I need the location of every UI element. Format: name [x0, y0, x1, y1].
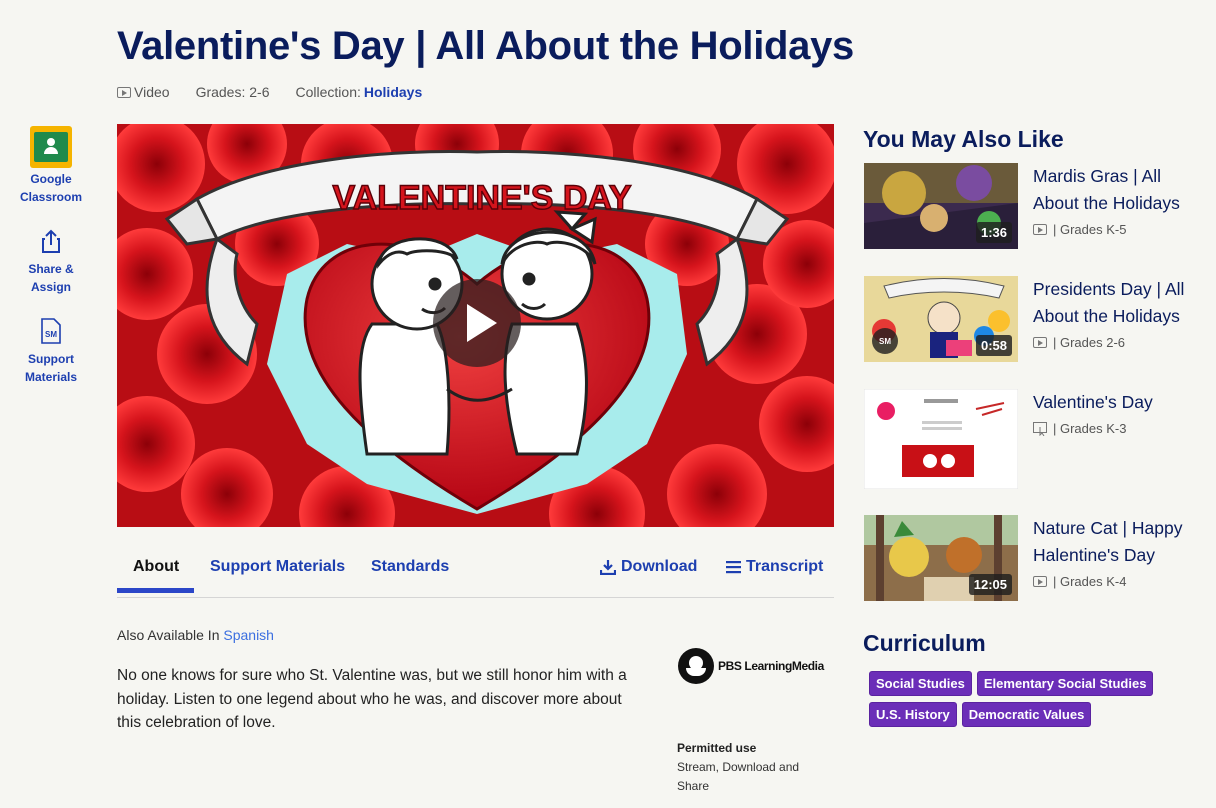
- recommendation-title[interactable]: Mardis Gras | All About the Holidays: [1033, 163, 1203, 217]
- curriculum-tags: Social Studies Elementary Social Studies…: [869, 671, 1189, 727]
- video-icon: [1033, 337, 1047, 348]
- curriculum-tag[interactable]: U.S. History: [869, 702, 957, 727]
- video-player[interactable]: VALENTINE'S DAY: [117, 124, 834, 527]
- poster-banner-text: VALENTINE'S DAY: [332, 179, 631, 217]
- pbs-head-icon: [678, 648, 714, 684]
- media-type-label: Video: [134, 84, 170, 100]
- left-action-rail: Google Classroom Share & Assign SM Suppo…: [14, 126, 88, 408]
- spanish-link[interactable]: Spanish: [223, 627, 274, 643]
- pbs-learningmedia-logo: PBS LearningMedia: [678, 648, 824, 684]
- recommendation-meta: | Grades K-3: [1033, 421, 1126, 436]
- curriculum-tag[interactable]: Elementary Social Studies: [976, 671, 1154, 696]
- recommendation-card[interactable]: SM 0:58 Presidents Day | All About the H…: [864, 276, 1204, 366]
- collection: Collection: Holidays: [296, 84, 423, 100]
- google-classroom-icon: [30, 126, 72, 168]
- share-assign-button[interactable]: Share & Assign: [14, 228, 88, 296]
- recommendation-grades: | Grades K-5: [1053, 222, 1127, 237]
- also-available: Also Available In Spanish: [117, 627, 274, 643]
- recommendation-card[interactable]: Valentine's Day | Grades K-3: [864, 389, 1204, 489]
- support-materials-button[interactable]: SM Support Materials: [14, 318, 88, 386]
- recommendation-card[interactable]: 1:36 Mardis Gras | All About the Holiday…: [864, 163, 1204, 253]
- recommendation-grades: | Grades K-3: [1053, 421, 1127, 436]
- page-title: Valentine's Day | All About the Holidays: [117, 24, 855, 68]
- list-icon: [726, 561, 741, 574]
- duration-badge: 1:36: [975, 222, 1012, 243]
- pbs-logo-text: PBS LearningMedia: [718, 659, 824, 673]
- video-icon: [117, 86, 131, 98]
- duration-badge: 12:05: [968, 574, 1012, 595]
- media-type: Video: [117, 84, 170, 100]
- recommendation-meta: | Grades K-4: [1033, 574, 1126, 589]
- share-icon: [42, 229, 60, 253]
- permitted-use: Permitted use Stream, Download and Share: [677, 739, 817, 796]
- resource-meta: Video Grades: 2-6 Collection: Holidays: [117, 84, 422, 100]
- transcript-label: Transcript: [746, 558, 824, 575]
- share-assign-label: Share & Assign: [28, 262, 74, 294]
- interactive-icon: [1033, 421, 1047, 436]
- google-classroom-label: Google Classroom: [19, 172, 83, 204]
- collection-link[interactable]: Holidays: [364, 84, 422, 100]
- recommendation-title[interactable]: Nature Cat | Happy Halentine's Day: [1033, 515, 1203, 569]
- content-tabs: About Support Materials Standards Downlo…: [117, 552, 834, 598]
- play-button[interactable]: [433, 279, 521, 367]
- support-materials-badge: SM: [872, 328, 898, 354]
- tab-about[interactable]: About: [133, 558, 179, 576]
- grades-label: Grades: 2-6: [195, 84, 270, 100]
- recommendation-thumbnail[interactable]: [864, 389, 1018, 489]
- recommendation-card[interactable]: 12:05 Nature Cat | Happy Halentine's Day…: [864, 515, 1204, 605]
- recommendation-meta: | Grades 2-6: [1033, 335, 1125, 350]
- recommendation-thumbnail[interactable]: SM 0:58: [864, 276, 1018, 362]
- also-available-label: Also Available In: [117, 627, 220, 643]
- permitted-use-heading: Permitted use: [677, 741, 757, 755]
- recommendation-thumbnail[interactable]: 1:36: [864, 163, 1018, 249]
- collection-label: Collection:: [295, 84, 361, 100]
- tab-standards[interactable]: Standards: [371, 558, 449, 576]
- recommendation-grades: | Grades K-4: [1053, 574, 1127, 589]
- active-tab-indicator: [117, 588, 194, 593]
- description: No one knows for sure who St. Valentine …: [117, 667, 627, 731]
- sm-badge-text: SM: [45, 330, 57, 339]
- google-classroom-button[interactable]: Google Classroom: [14, 126, 88, 206]
- curriculum-heading: Curriculum: [863, 630, 986, 656]
- recommendation-title[interactable]: Presidents Day | All About the Holidays: [1033, 276, 1203, 330]
- tab-support-materials[interactable]: Support Materials: [210, 558, 345, 576]
- recommendation-grades: | Grades 2-6: [1053, 335, 1126, 350]
- support-materials-label: Support Materials: [24, 352, 78, 384]
- video-icon: [1033, 576, 1047, 587]
- recommendation-meta: | Grades K-5: [1033, 222, 1126, 237]
- duration-badge: 0:58: [975, 335, 1012, 356]
- recommendation-thumbnail[interactable]: 12:05: [864, 515, 1018, 601]
- curriculum-tag[interactable]: Democratic Values: [961, 702, 1092, 727]
- download-icon: [600, 560, 616, 575]
- recommendations-heading: You May Also Like: [863, 126, 1064, 152]
- recommendation-title[interactable]: Valentine's Day: [1033, 389, 1203, 416]
- transcript-button[interactable]: Transcript: [726, 558, 823, 576]
- permitted-use-body: Stream, Download and Share: [677, 760, 800, 793]
- curriculum-tag[interactable]: Social Studies: [869, 671, 972, 696]
- document-icon: SM: [41, 318, 61, 344]
- download-button[interactable]: Download: [600, 558, 697, 576]
- download-label: Download: [621, 558, 698, 575]
- video-icon: [1033, 224, 1047, 235]
